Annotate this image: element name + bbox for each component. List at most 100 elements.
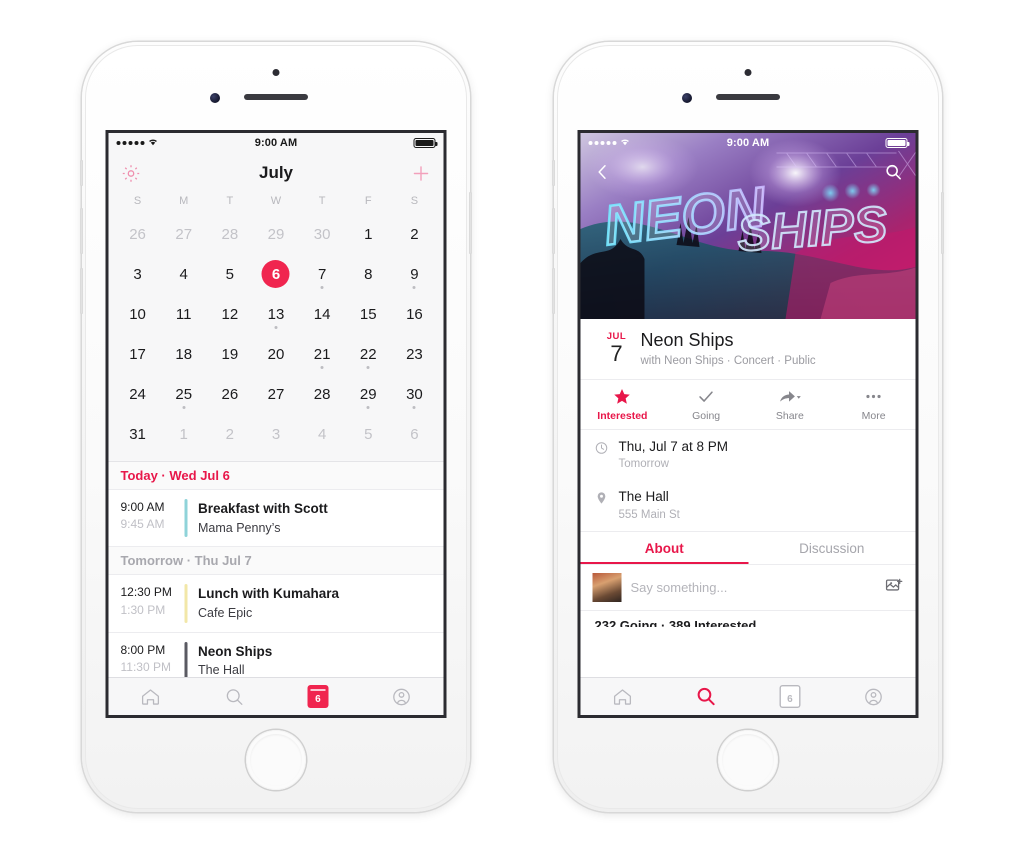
calendar-day[interactable]: 21: [299, 335, 345, 373]
battery-full-icon: [885, 138, 910, 148]
weekday-label: W: [270, 195, 282, 207]
calendar-day-number: 14: [313, 305, 331, 323]
calendar-day-number: 20: [267, 345, 285, 363]
calendar-day[interactable]: 7: [299, 255, 345, 293]
calendar-day[interactable]: 30: [391, 375, 437, 413]
calendar-day[interactable]: 2: [391, 215, 437, 253]
calendar-day[interactable]: 24: [115, 375, 161, 413]
calendar-day[interactable]: 27: [253, 375, 299, 413]
calendar-day[interactable]: 6: [391, 415, 437, 453]
calendar-day-number: 18: [175, 345, 193, 363]
calendar-day[interactable]: 19: [207, 335, 253, 373]
search-icon[interactable]: [884, 162, 904, 187]
plus-icon[interactable]: [411, 163, 432, 184]
calendar-day-selected[interactable]: 6: [253, 255, 299, 293]
volume-down-button[interactable]: [80, 268, 83, 314]
event-location-row[interactable]: The Hall 555 Main St: [581, 480, 916, 531]
home-button[interactable]: [246, 730, 306, 790]
event-list-item[interactable]: 8:00 PM11:30 PMNeon ShipsThe HallTim, Na…: [109, 633, 444, 677]
mute-switch[interactable]: [552, 160, 555, 186]
calendar-day[interactable]: 26: [115, 215, 161, 253]
weekday-label: S: [133, 195, 142, 207]
more-button[interactable]: More: [832, 380, 916, 429]
mute-switch[interactable]: [80, 160, 83, 186]
calendar-header: July: [108, 153, 444, 193]
calendar-day[interactable]: 29: [253, 215, 299, 253]
calendar-day[interactable]: 9: [391, 255, 437, 293]
tab-about[interactable]: About: [581, 532, 749, 564]
calendar-day[interactable]: 10: [115, 295, 161, 333]
event-end-time: 1:30 PM: [120, 602, 166, 617]
home-tab[interactable]: [109, 678, 193, 715]
search-tab[interactable]: [664, 678, 748, 715]
calendar-day[interactable]: 3: [115, 255, 161, 293]
event-header-text: Neon Ships with Neon Ships · Concert · P…: [639, 330, 902, 367]
event-header[interactable]: JUL 7 Neon Ships with Neon Ships · Conce…: [581, 319, 916, 379]
calendar-day[interactable]: 15: [345, 295, 391, 333]
power-button[interactable]: [469, 192, 472, 254]
calendar-day[interactable]: 17: [115, 335, 161, 373]
calendar-day[interactable]: 2: [207, 415, 253, 453]
home-button[interactable]: [718, 730, 778, 790]
back-chevron-icon[interactable]: [593, 162, 613, 187]
calendar-day[interactable]: 4: [161, 255, 207, 293]
comment-composer[interactable]: Say something...: [580, 564, 916, 612]
calendar-day[interactable]: 25: [161, 375, 207, 413]
calendar-day[interactable]: 5: [207, 255, 253, 293]
tab-discussion[interactable]: Discussion: [748, 532, 916, 564]
calendar-day[interactable]: 1: [161, 415, 207, 453]
home-tab[interactable]: [581, 678, 665, 715]
calendar-day[interactable]: 31: [115, 415, 161, 453]
calendar-day[interactable]: 28: [207, 215, 253, 253]
interested-button[interactable]: Interested: [581, 380, 665, 429]
calendar-day[interactable]: 11: [161, 295, 207, 333]
weekday-label: T: [318, 195, 326, 207]
calendar-day[interactable]: 13: [253, 295, 299, 333]
add-photo-icon[interactable]: [885, 576, 904, 600]
calendar-day[interactable]: 1: [345, 215, 391, 253]
calendar-day[interactable]: 28: [299, 375, 345, 413]
calendar-day[interactable]: 12: [207, 295, 253, 333]
profile-tab[interactable]: [832, 678, 916, 715]
calendar-day[interactable]: 30: [299, 215, 345, 253]
calendar-day[interactable]: 26: [207, 375, 253, 413]
calendar-day[interactable]: 29: [345, 375, 391, 413]
comment-input[interactable]: Say something...: [631, 580, 876, 595]
calendar-day[interactable]: 27: [161, 215, 207, 253]
calendar-day-event-dot: [412, 406, 416, 409]
gear-icon[interactable]: [121, 163, 142, 184]
volume-down-button[interactable]: [552, 268, 555, 314]
calendar-day[interactable]: 22: [345, 335, 391, 373]
calendar-day[interactable]: 3: [253, 415, 299, 453]
volume-up-button[interactable]: [552, 208, 555, 254]
earpiece-speaker: [716, 94, 780, 100]
calendar-day[interactable]: 16: [391, 295, 437, 333]
calendar-tab[interactable]: 6: [748, 678, 832, 715]
tab-bar: 6: [580, 677, 916, 715]
calendar-day[interactable]: 14: [299, 295, 345, 333]
event-list[interactable]: Today · Wed Jul 6 9:00 AM 9:45 AM Breakfast…: [108, 461, 444, 677]
proximity-sensor: [272, 69, 280, 76]
calendar-day[interactable]: 8: [345, 255, 391, 293]
calendar-day[interactable]: 20: [253, 335, 299, 373]
calendar-day-number: 8: [364, 265, 373, 283]
calendar-tab[interactable]: 6: [276, 678, 360, 715]
profile-tab[interactable]: [360, 678, 444, 715]
event-list-item[interactable]: 9:00 AM 9:45 AM Breakfast with Scott Mama P…: [108, 490, 444, 548]
going-button[interactable]: Going: [664, 380, 748, 429]
calendar-day[interactable]: 4: [299, 415, 345, 453]
calendar-day[interactable]: 23: [391, 335, 437, 373]
search-tab[interactable]: [192, 678, 276, 715]
volume-up-button[interactable]: [80, 208, 83, 254]
calendar-day[interactable]: 5: [345, 415, 391, 453]
calendar-day-event-dot: [320, 366, 324, 369]
calendar-day-number: 26: [129, 225, 146, 243]
event-time-row[interactable]: Thu, Jul 7 at 8 PM Tomorrow: [581, 430, 916, 481]
status-bar-right: [885, 138, 910, 148]
power-button[interactable]: [941, 192, 944, 254]
calendar-day-number: 6: [261, 260, 290, 288]
calendar-day-number: 22: [359, 345, 377, 363]
calendar-day[interactable]: 18: [161, 335, 207, 373]
event-list-item[interactable]: 12:30 PM 1:30 PM Lunch with Kumahara Cafe E…: [108, 575, 444, 633]
share-button[interactable]: Share: [748, 380, 832, 429]
